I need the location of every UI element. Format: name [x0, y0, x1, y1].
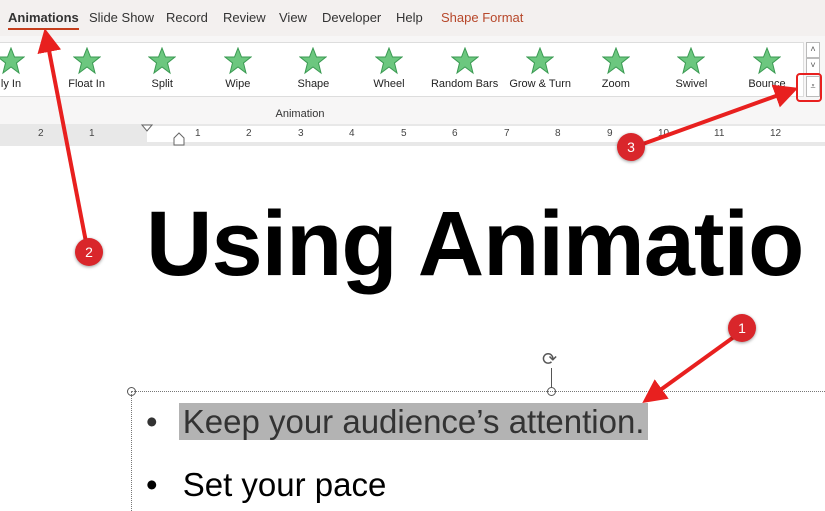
- annotation-badge: 1: [728, 314, 756, 342]
- annotation-badge: 2: [75, 238, 103, 266]
- annotation-badge: 3: [617, 133, 645, 161]
- highlight-box: [796, 73, 822, 102]
- annotation-arrows: [37, 28, 822, 404]
